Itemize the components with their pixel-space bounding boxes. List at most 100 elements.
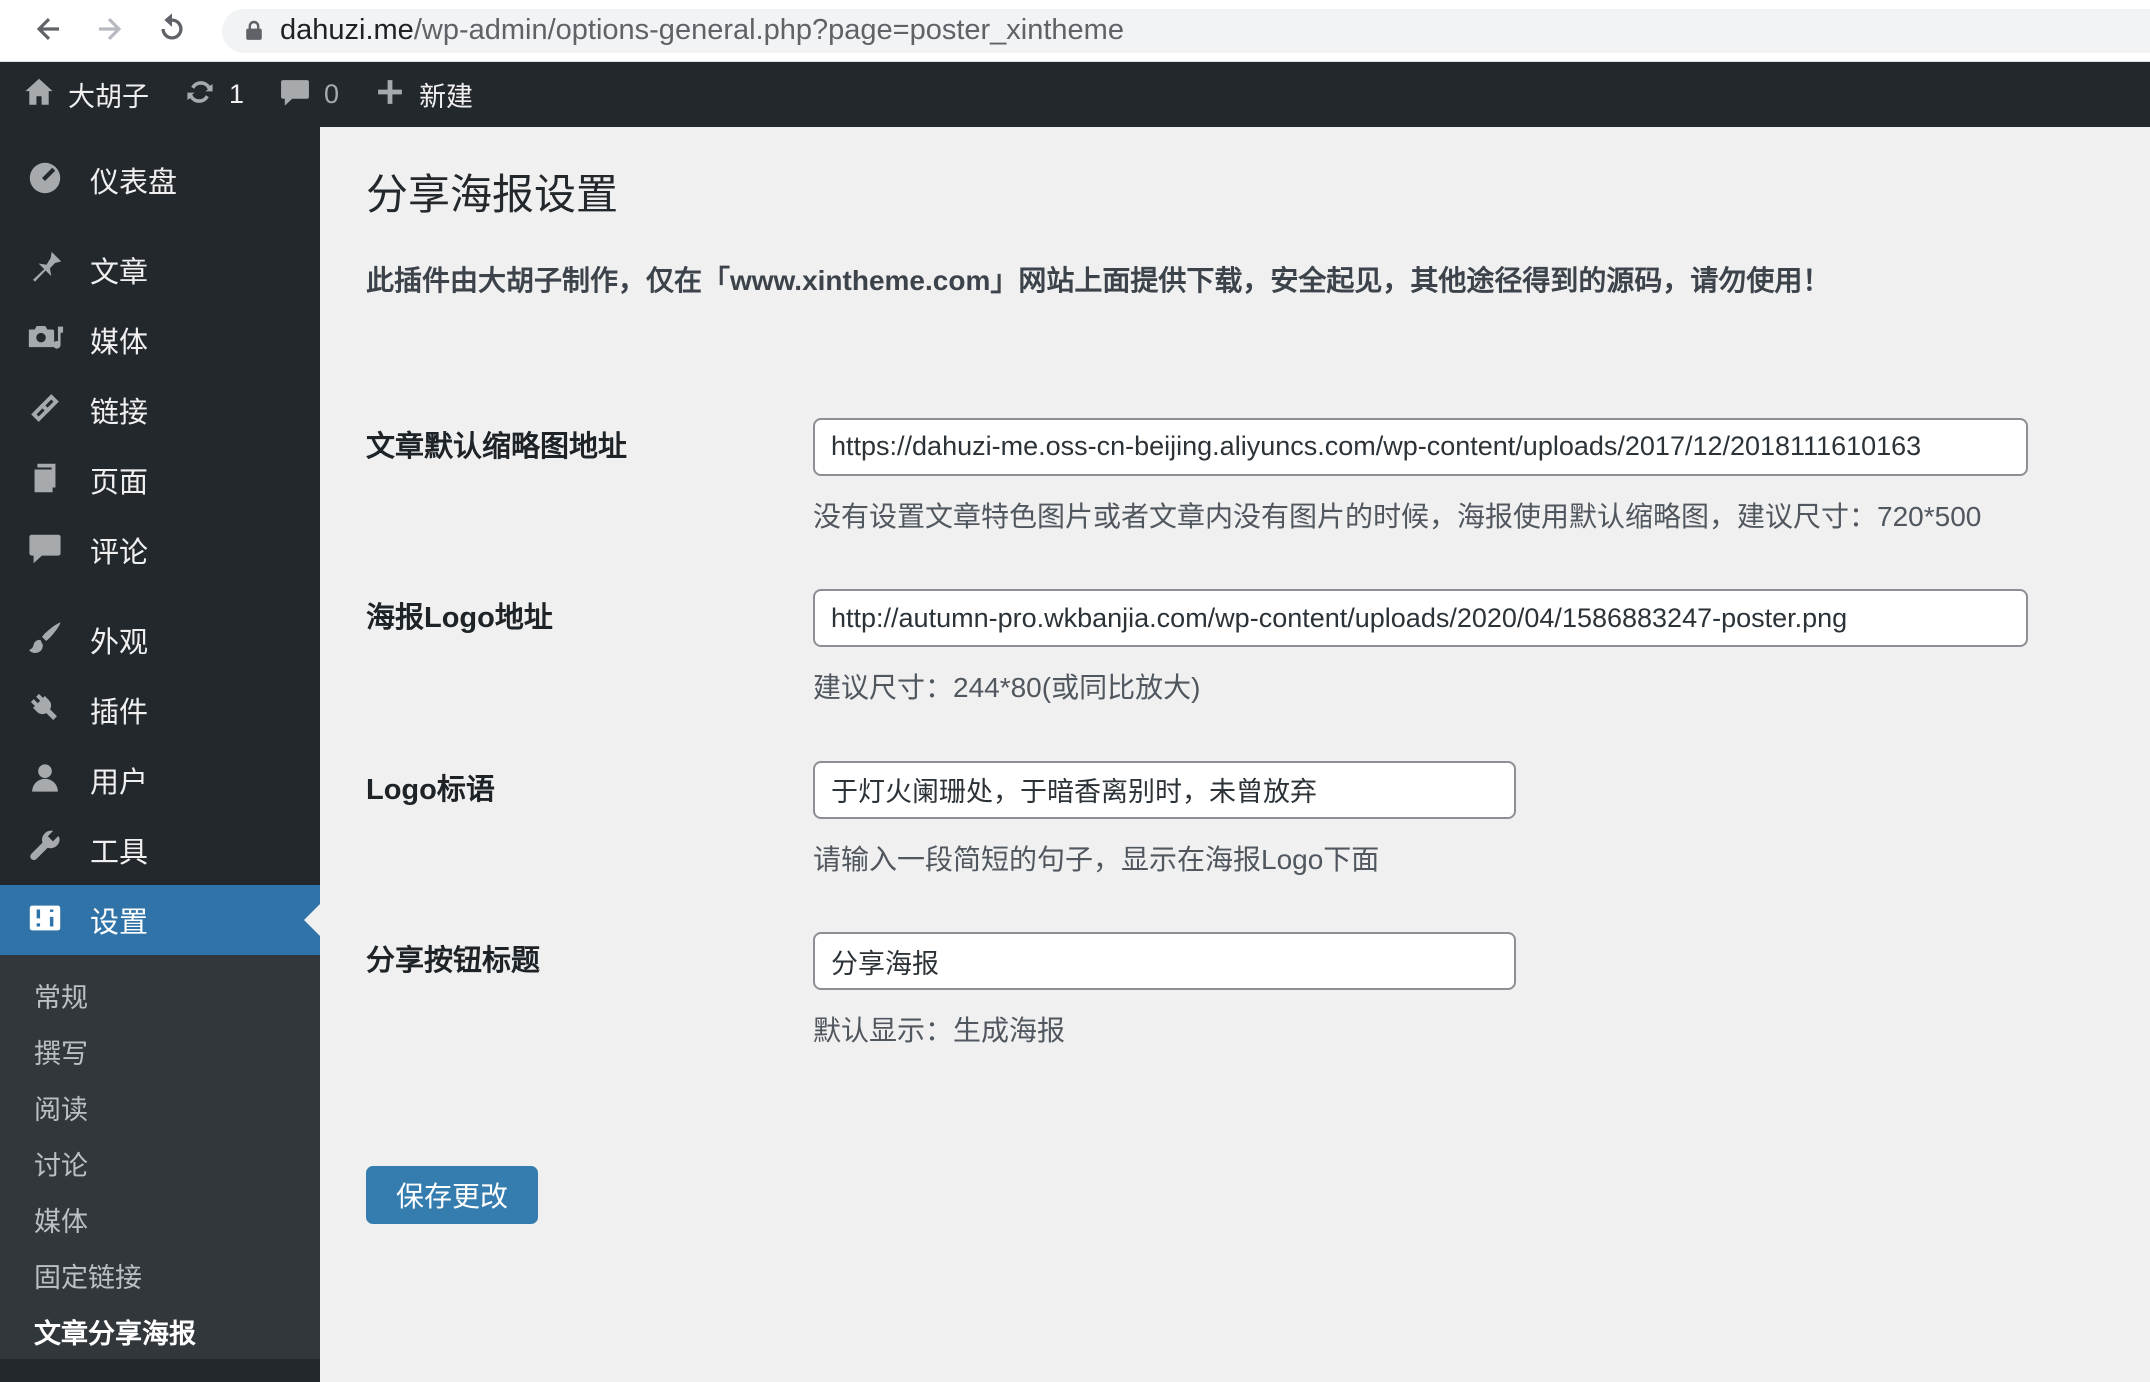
pages-icon: [26, 459, 64, 502]
submenu-label: 讨论: [34, 1150, 88, 1181]
lock-icon: [242, 19, 280, 43]
save-changes-button[interactable]: 保存更改: [366, 1165, 539, 1224]
menu-separator: [0, 585, 320, 605]
submenu-item-general[interactable]: 常规: [0, 967, 320, 1023]
sidebar-item-posts[interactable]: 文章: [0, 235, 320, 305]
submenu-label: 常规: [34, 982, 88, 1013]
logo-url-input[interactable]: [813, 589, 2028, 648]
field-cell: 建议尺寸：244*80(或同比放大): [813, 589, 2110, 705]
settings-submenu: 常规 撰写 阅读 讨论 媒体 固定链接 文章分享海报: [0, 955, 320, 1359]
field-cell: 没有设置文章特色图片或者文章内没有图片的时候，海报使用默认缩略图，建议尺寸：72…: [813, 417, 2110, 534]
thumbnail-url-input[interactable]: [813, 417, 2028, 476]
wp-admin-bar: 大胡子 1 0 新建: [0, 62, 2150, 127]
field-helper: 建议尺寸：244*80(或同比放大): [813, 672, 1201, 704]
sidebar-item-dashboard[interactable]: 仪表盘: [0, 145, 320, 215]
screen: dahuzi.me/wp-admin/options-general.php?p…: [0, 0, 2150, 1382]
forward-arrow-icon: [94, 13, 126, 48]
sidebar-item-plugins[interactable]: 插件: [0, 675, 320, 745]
sidebar-label: 插件: [90, 697, 149, 729]
address-bar[interactable]: dahuzi.me/wp-admin/options-general.php?p…: [222, 8, 2150, 53]
comment-count: 0: [324, 79, 340, 109]
sidebar-label: 外观: [90, 627, 149, 659]
sidebar-item-media[interactable]: 媒体: [0, 305, 320, 375]
pushpin-icon: [26, 249, 64, 292]
sidebar-item-appearance[interactable]: 外观: [0, 605, 320, 675]
submenu-label: 文章分享海报: [34, 1318, 196, 1349]
sidebar-item-pages[interactable]: 页面: [0, 445, 320, 515]
admin-bar-updates[interactable]: 1: [183, 75, 244, 114]
sidebar-label: 仪表盘: [90, 167, 178, 199]
field-label: 海报Logo地址: [366, 602, 553, 635]
browser-toolbar: dahuzi.me/wp-admin/options-general.php?p…: [0, 0, 2150, 62]
plugin-notice: 此插件由大胡子制作，仅在「www.xintheme.com」网站上面提供下载，安…: [366, 264, 1831, 296]
user-icon: [26, 759, 64, 802]
page-title: 分享海报设置: [366, 171, 619, 218]
menu-separator: [0, 215, 320, 235]
sidebar-item-links[interactable]: 链接: [0, 375, 320, 445]
field-label: Logo标语: [366, 773, 495, 806]
sidebar-label: 链接: [90, 397, 149, 429]
paintbrush-icon: [26, 619, 64, 662]
submenu-label: 固定链接: [34, 1262, 142, 1293]
sidebar-label: 媒体: [90, 327, 149, 359]
url-host: dahuzi.me: [280, 14, 414, 46]
sidebar-item-comments[interactable]: 评论: [0, 515, 320, 585]
share-button-title-input[interactable]: [813, 932, 1516, 991]
sidebar-item-tools[interactable]: 工具: [0, 815, 320, 885]
field-helper: 请输入一段简短的句子，显示在海报Logo下面: [813, 843, 1380, 875]
site-name: 大胡子: [68, 82, 149, 112]
sidebar-item-users[interactable]: 用户: [0, 745, 320, 815]
dashboard-gauge-icon: [26, 159, 64, 202]
submenu-item-poster[interactable]: 文章分享海报: [0, 1303, 320, 1359]
logo-slogan-input[interactable]: [813, 760, 1516, 819]
plug-icon: [26, 689, 64, 732]
admin-bar-site-link[interactable]: 大胡子: [22, 75, 149, 114]
submenu-label: 撰写: [34, 1038, 88, 1069]
submenu-label: 媒体: [34, 1206, 88, 1237]
field-label: 文章默认缩略图地址: [366, 430, 628, 463]
browser-reload-button[interactable]: [150, 9, 194, 53]
submenu-item-writing[interactable]: 撰写: [0, 1023, 320, 1079]
submenu-item-media[interactable]: 媒体: [0, 1191, 320, 1247]
updates-icon: [183, 75, 217, 114]
field-helper: 没有设置文章特色图片或者文章内没有图片的时候，海报使用默认缩略图，建议尺寸：72…: [813, 500, 1982, 532]
sidebar-label: 评论: [90, 537, 149, 569]
url-path: /wp-admin/options-general.php?page=poste…: [413, 14, 1124, 46]
settings-page: 分享海报设置 此插件由大胡子制作，仅在「www.xintheme.com」网站上…: [320, 127, 2150, 1382]
update-count: 1: [229, 79, 245, 109]
sidebar-label: 用户: [90, 767, 149, 799]
browser-forward-button[interactable]: [88, 9, 132, 53]
field-label: 分享按钮标题: [366, 945, 541, 978]
submenu-item-discussion[interactable]: 讨论: [0, 1135, 320, 1191]
sidebar-label: 设置: [90, 907, 149, 939]
sidebar-item-settings[interactable]: 设置: [0, 885, 320, 955]
browser-back-button[interactable]: [26, 9, 70, 53]
reload-icon: [156, 13, 188, 48]
admin-bar-new[interactable]: 新建: [373, 75, 473, 114]
settings-sliders-icon: [26, 899, 64, 942]
field-cell: 请输入一段简短的句子，显示在海报Logo下面: [813, 760, 2110, 877]
submenu-label: 阅读: [34, 1094, 88, 1125]
admin-bar-comments[interactable]: 0: [278, 75, 339, 114]
form-row-logo-slogan: Logo标语 请输入一段简短的句子，显示在海报Logo下面: [366, 760, 2110, 877]
new-label: 新建: [419, 82, 474, 112]
workspace: 仪表盘 文章 媒体 链接 页面 评论 外观 插件 用户 工具 设置 常规 撰写 …: [0, 127, 2150, 1382]
plus-icon: [373, 75, 407, 114]
admin-sidebar: 仪表盘 文章 媒体 链接 页面 评论 外观 插件 用户 工具 设置 常规 撰写 …: [0, 127, 320, 1382]
chain-link-icon: [26, 389, 64, 432]
poster-settings-form: 文章默认缩略图地址 没有设置文章特色图片或者文章内没有图片的时候，海报使用默认缩…: [366, 417, 2110, 1224]
wrench-icon: [26, 829, 64, 872]
form-row-thumbnail-url: 文章默认缩略图地址 没有设置文章特色图片或者文章内没有图片的时候，海报使用默认缩…: [366, 417, 2110, 534]
submenu-item-permalinks[interactable]: 固定链接: [0, 1247, 320, 1303]
sidebar-label: 文章: [90, 257, 149, 289]
url-text: dahuzi.me/wp-admin/options-general.php?p…: [280, 14, 1124, 47]
media-camera-icon: [26, 319, 64, 362]
home-icon: [22, 75, 56, 114]
field-helper: 默认显示：生成海报: [813, 1015, 1066, 1047]
form-row-share-button-title: 分享按钮标题 默认显示：生成海报: [366, 932, 2110, 1048]
form-row-logo-url: 海报Logo地址 建议尺寸：244*80(或同比放大): [366, 589, 2110, 705]
sidebar-top-spacer: [0, 127, 320, 145]
sidebar-label: 工具: [90, 837, 149, 869]
submenu-item-reading[interactable]: 阅读: [0, 1079, 320, 1135]
comments-bubble-icon: [278, 75, 312, 114]
